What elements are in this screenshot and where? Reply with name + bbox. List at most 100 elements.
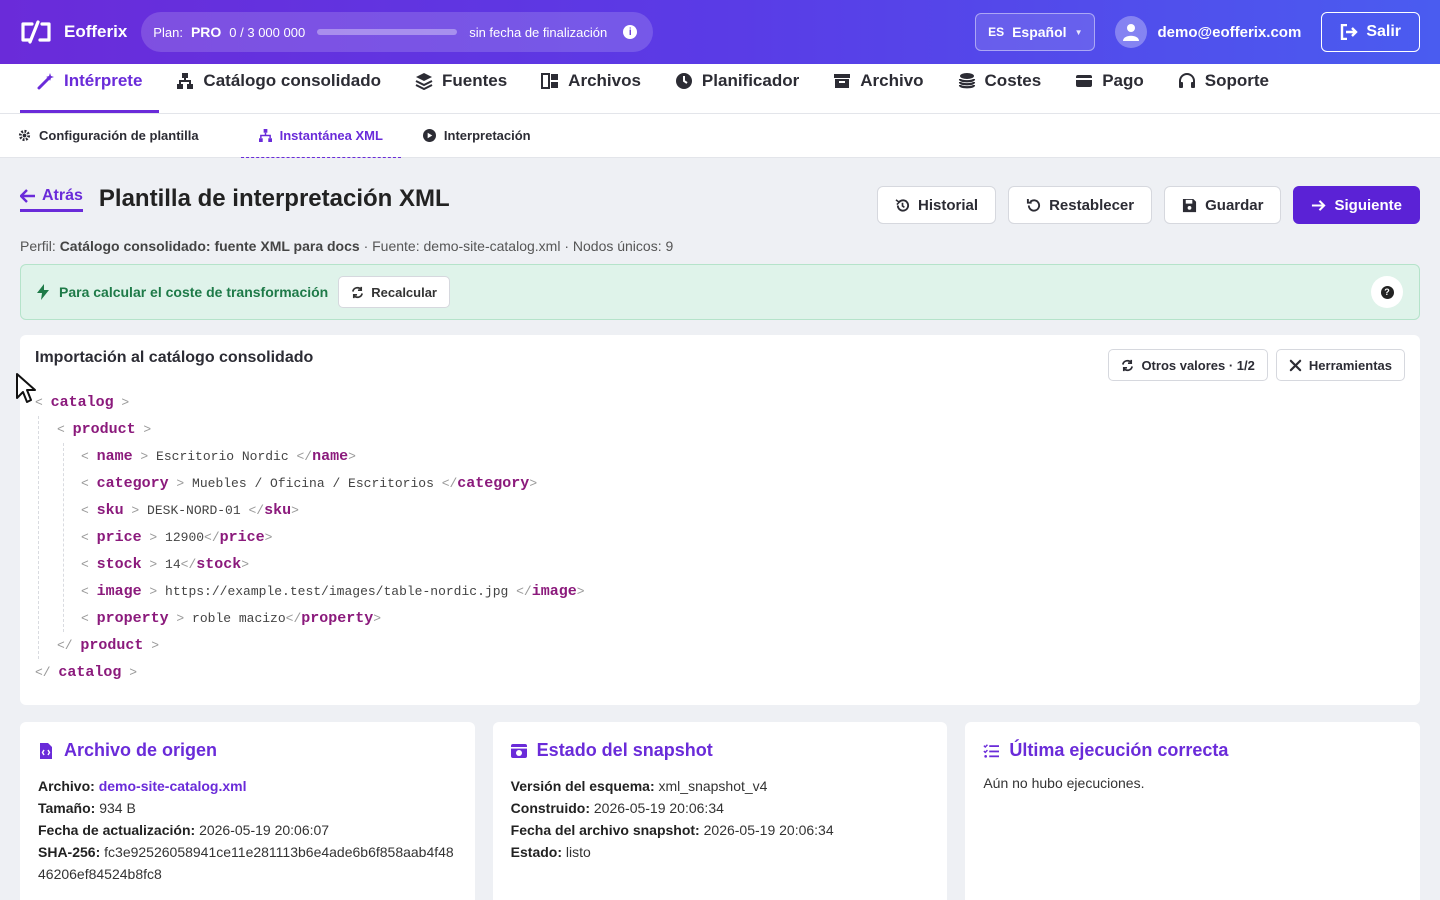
xml-tag: price	[219, 529, 265, 546]
play-icon	[422, 129, 436, 142]
xml-field-line: < category > Muebles / Oficina / Escrito…	[81, 475, 538, 492]
xml-value: DESK-NORD-01	[139, 503, 249, 518]
reset-button[interactable]: Restablecer	[1008, 186, 1153, 224]
tab-pago[interactable]: Pago	[1058, 63, 1161, 113]
row-label: Versión del esquema:	[510, 778, 655, 794]
last-run-heading: Última ejecución correcta	[983, 740, 1402, 761]
recalculate-button[interactable]: Recalcular	[338, 276, 450, 308]
xml-field-line: < price > 12900 </price >	[81, 529, 273, 546]
page-header: Atrás Plantilla de interpretación XML Hi…	[0, 158, 1440, 234]
tab-catalogo-consolidado[interactable]: Catálogo consolidado	[159, 63, 398, 113]
row-value: 2026-05-19 20:06:34	[703, 822, 834, 838]
source-file-link[interactable]: demo-site-catalog.xml	[99, 778, 247, 794]
sitemap-icon	[258, 128, 272, 142]
xml-tag: sku	[264, 502, 292, 519]
subtab-configuracion-plantilla[interactable]: Configuración de plantilla	[18, 114, 219, 158]
xml-field-line: < property > roble macizo </property >	[81, 610, 382, 627]
clock-icon	[675, 72, 692, 89]
gear-icon	[18, 129, 31, 142]
row-value: fc3e92526058941ce11e281113b6e4ade6b6f858…	[38, 844, 454, 882]
history-button[interactable]: Historial	[877, 186, 997, 224]
xml-tag: catalog	[58, 664, 122, 681]
tab-label: Catálogo consolidado	[203, 70, 381, 90]
mouse-cursor-icon	[16, 373, 36, 403]
other-values-button[interactable]: Otros valores · 1/2	[1108, 349, 1268, 381]
row-label: Tamaño:	[38, 800, 96, 816]
xml-tag: product	[80, 637, 144, 654]
layers-icon	[415, 72, 433, 90]
subtab-instantanea-xml[interactable]: Instantánea XML	[240, 114, 401, 158]
tab-archivos[interactable]: Archivos	[524, 63, 658, 113]
source-value: demo-site-catalog.xml	[423, 238, 561, 254]
xml-tag: product	[72, 421, 136, 438]
language-select[interactable]: ES Español ▼	[975, 13, 1096, 51]
row-value: xml_snapshot_v4	[658, 778, 768, 794]
tools-icon	[1289, 359, 1302, 371]
xml-tag: price	[96, 529, 142, 546]
xml-value: 14	[157, 557, 181, 572]
archive-icon	[834, 73, 851, 88]
brand-logo-icon	[21, 20, 51, 44]
xml-tag: property	[301, 610, 374, 627]
user-avatar-icon	[1115, 16, 1148, 48]
xml-value: Muebles / Oficina / Escritorios	[184, 476, 442, 491]
xml-tag: sku	[96, 502, 124, 519]
question-icon: ?	[1380, 285, 1394, 299]
subtab-label: Instantánea XML	[279, 127, 383, 143]
xml-tag: image	[96, 583, 142, 600]
save-button[interactable]: Guardar	[1164, 186, 1282, 224]
history-label: Historial	[918, 196, 979, 214]
xml-tag: catalog	[50, 394, 114, 411]
magic-wand-icon	[37, 72, 54, 89]
credit-card-icon	[1076, 74, 1093, 87]
tab-label: Intérprete	[64, 70, 143, 90]
subtab-interpretacion[interactable]: Interpretación	[422, 114, 551, 158]
snapshot-heading: Estado del snapshot	[510, 740, 930, 761]
user-menu[interactable]: demo@eofferix.com	[1115, 16, 1301, 48]
recalculate-label: Recalcular	[371, 284, 437, 300]
logout-icon	[1341, 24, 1359, 40]
tab-planificador[interactable]: Planificador	[658, 63, 816, 113]
cost-alert-label: Para calcular el coste de transformación	[59, 284, 329, 300]
status-row: Estado: listo	[511, 841, 930, 863]
profile-value: Catálogo consolidado: fuente XML para do…	[59, 238, 360, 254]
row-value: 2026-05-19 20:06:34	[593, 800, 724, 816]
next-button[interactable]: Siguiente	[1293, 186, 1420, 224]
xml-root-children: < product > < name > Escritorio Nordic <…	[38, 416, 1405, 659]
nodes-value: 9	[665, 238, 674, 254]
bolt-icon	[37, 284, 49, 300]
help-button[interactable]: ?	[1371, 276, 1403, 308]
xml-line: < product >	[57, 421, 152, 438]
xml-tag: name	[312, 448, 349, 465]
user-email: demo@eofferix.com	[1157, 23, 1302, 41]
grid-icon	[541, 72, 559, 89]
plan-tier: PRO	[190, 24, 222, 40]
refresh-icon	[352, 286, 364, 298]
tab-archivo[interactable]: Archivo	[816, 63, 940, 113]
coins-icon	[958, 72, 975, 88]
xml-tag: stock	[196, 556, 242, 573]
tab-fuentes[interactable]: Fuentes	[398, 63, 524, 113]
tab-costes[interactable]: Costes	[941, 63, 1059, 113]
brand[interactable]: Eofferix	[20, 18, 127, 46]
next-label: Siguiente	[1334, 196, 1402, 214]
card-title: Archivo de origen	[64, 740, 218, 760]
xml-field-line: < sku > DESK-NORD-01 </sku >	[81, 502, 299, 519]
tab-interprete[interactable]: Intérprete	[20, 63, 160, 113]
tools-button[interactable]: Herramientas	[1275, 349, 1405, 381]
info-icon[interactable]: i	[623, 25, 638, 39]
xml-field-line: < name > Escritorio Nordic </name >	[81, 448, 356, 465]
xml-tag: category	[457, 475, 530, 492]
tab-soporte[interactable]: Soporte	[1161, 63, 1286, 113]
source-file-card: Archivo de origen Archivo: demo-site-cat…	[20, 722, 475, 900]
subtab-label: Configuración de plantilla	[39, 128, 199, 143]
arrow-left-icon	[20, 188, 35, 203]
card-title: Estado del snapshot	[536, 740, 713, 760]
row-value: 934 B	[99, 800, 136, 816]
tab-label: Archivo	[860, 70, 924, 90]
back-link[interactable]: Atrás	[20, 187, 83, 212]
row-label: Fecha del archivo snapshot:	[510, 822, 700, 838]
list-check-icon	[983, 743, 1000, 758]
xml-item-children: < name > Escritorio Nordic </name > < cat…	[63, 443, 1405, 632]
logout-button[interactable]: Salir	[1321, 12, 1420, 52]
